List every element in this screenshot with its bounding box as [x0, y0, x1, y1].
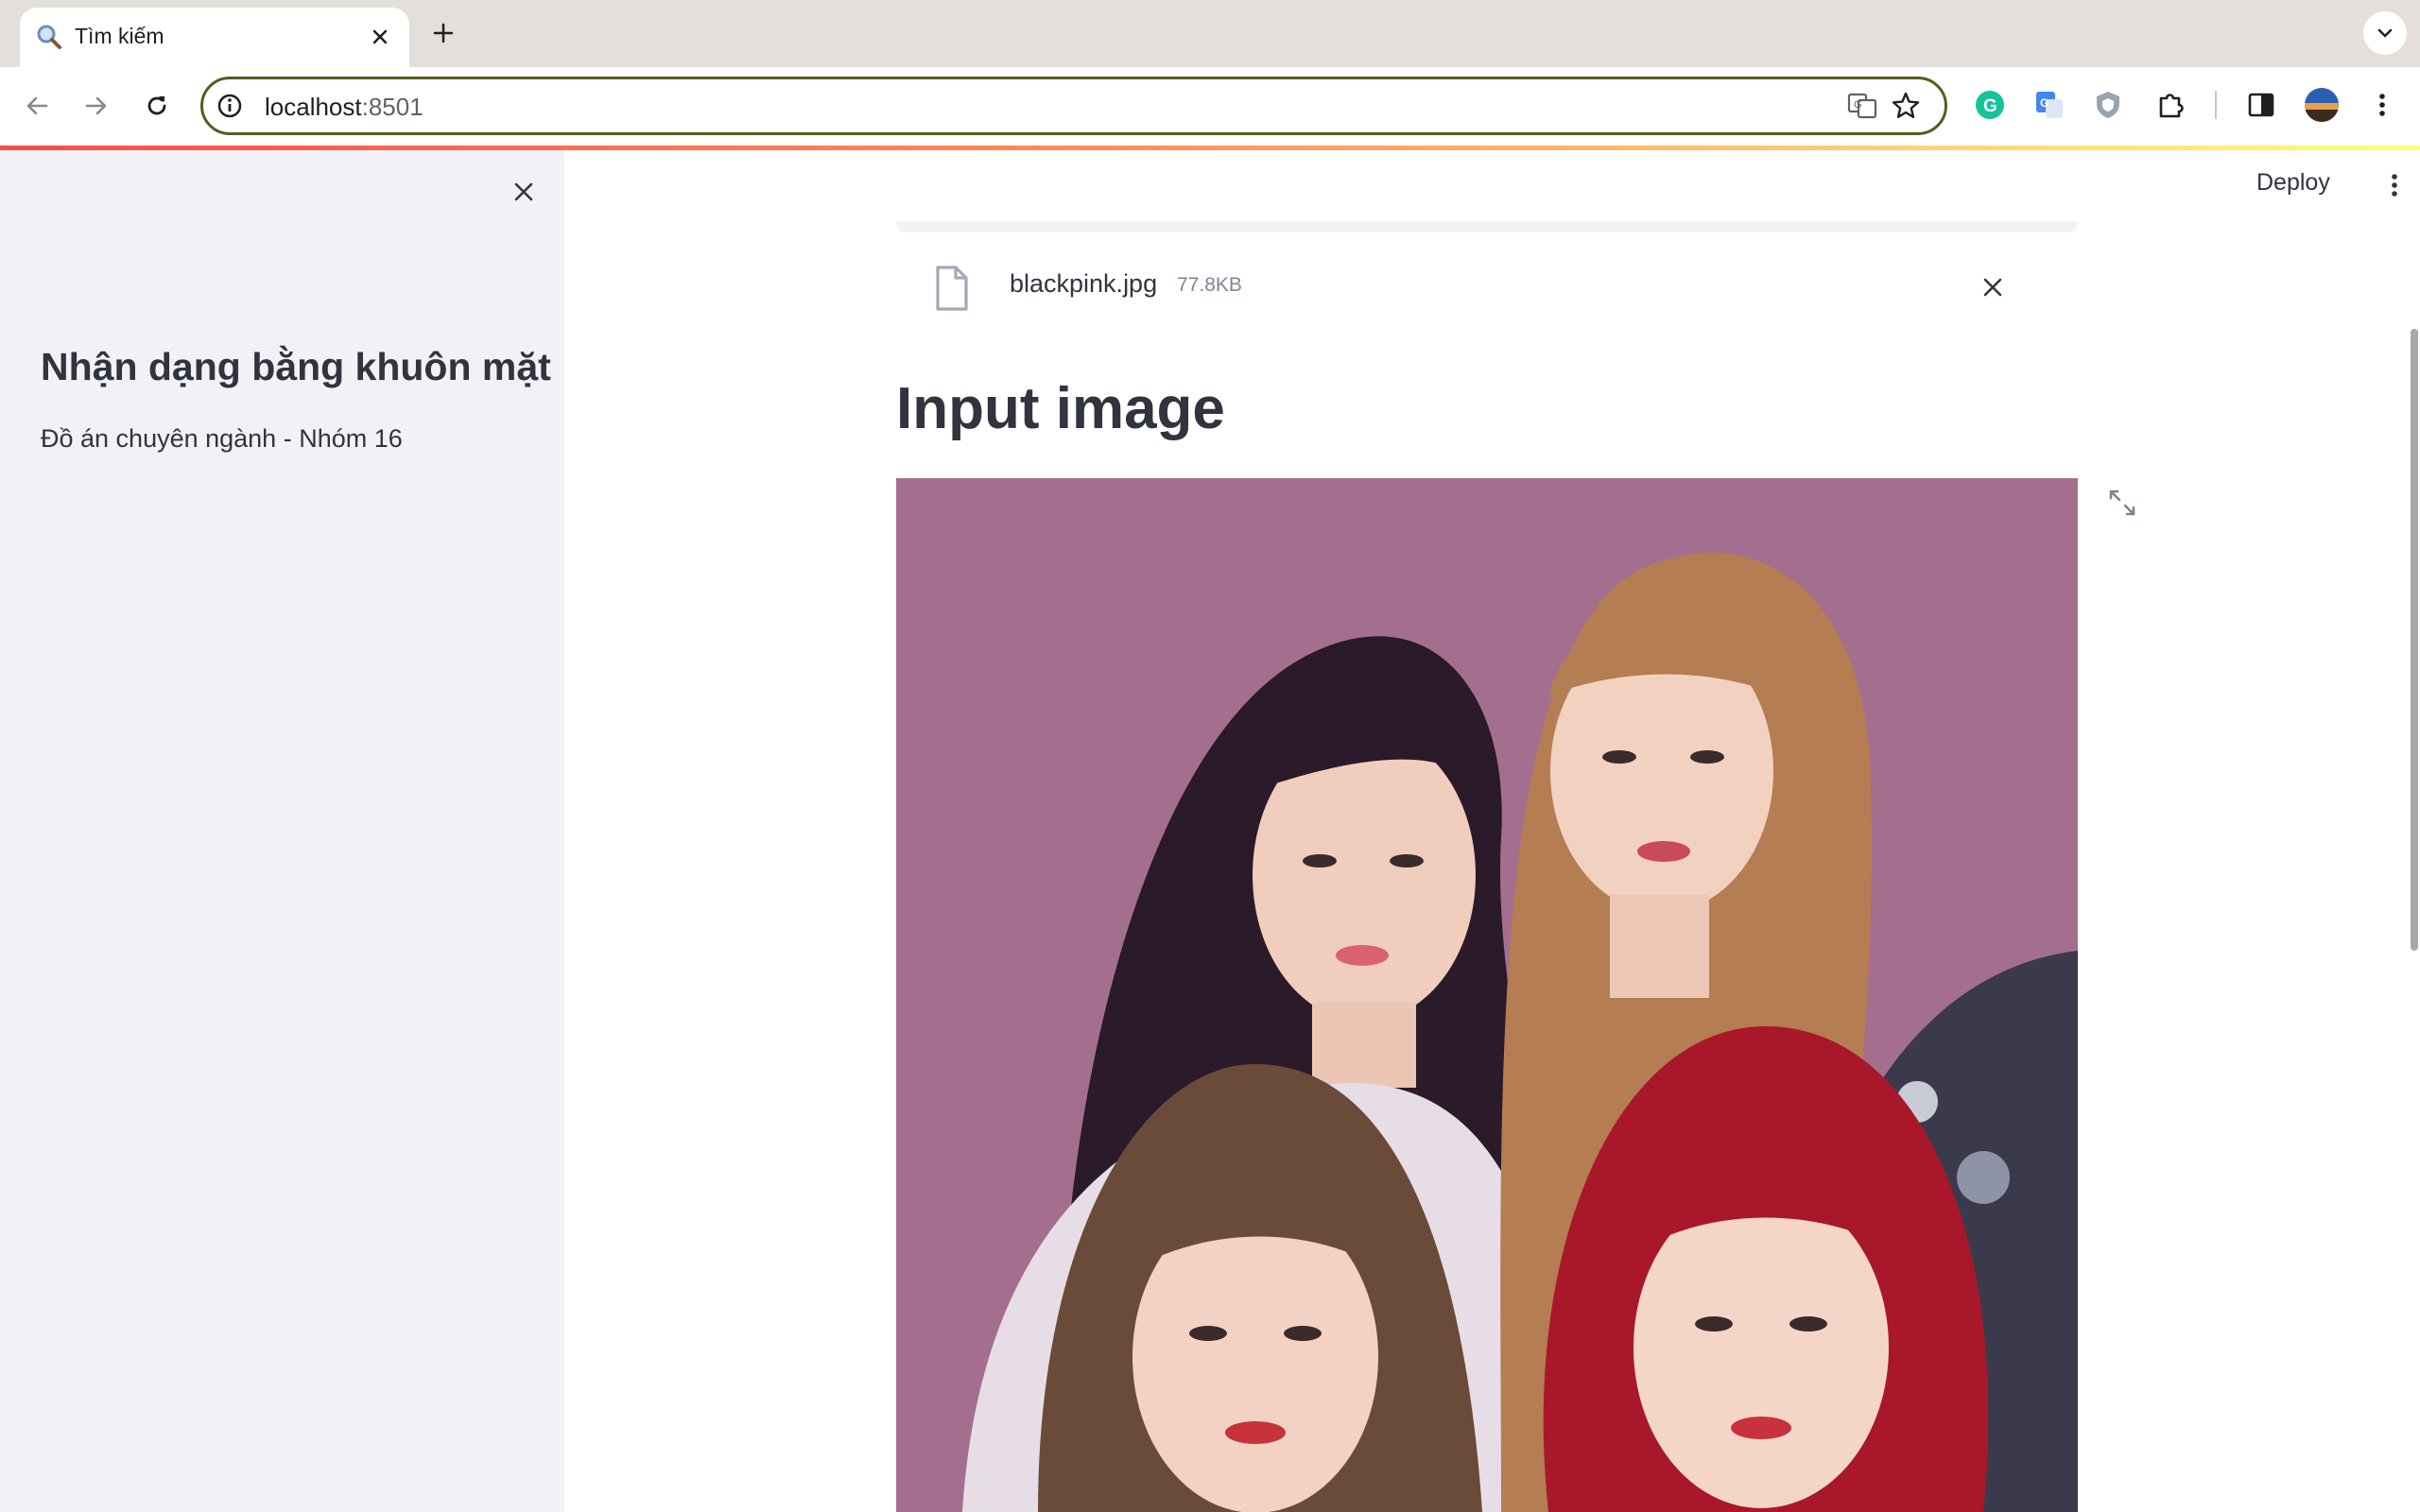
- svg-text:G: G: [1983, 96, 1997, 116]
- reload-icon[interactable]: [135, 84, 179, 128]
- browser-toolbar: localhost:8501 G G G: [0, 67, 2420, 146]
- sidebar-subtitle: Đồ án chuyên ngành - Nhóm 16: [41, 424, 403, 453]
- side-panel-icon[interactable]: [2242, 86, 2280, 124]
- uploaded-file-name: blackpink.jpg: [1010, 269, 1158, 298]
- browser-menu-icon[interactable]: [2363, 86, 2401, 124]
- url-port: :8501: [361, 93, 424, 121]
- browser-tab[interactable]: Tìm kiếm: [20, 8, 409, 67]
- remove-file-close-icon[interactable]: [1974, 268, 2012, 306]
- browser-tab-bar: Tìm kiếm: [0, 0, 2420, 67]
- grammarly-icon[interactable]: G: [1971, 86, 2009, 124]
- extensions-puzzle-icon[interactable]: [2152, 86, 2189, 124]
- sidebar-close-icon[interactable]: [505, 173, 543, 211]
- google-translate-icon[interactable]: G: [2031, 86, 2068, 124]
- uploaded-file: blackpink.jpg 77.8KB: [896, 259, 2077, 325]
- section-heading: Input image: [896, 376, 1225, 441]
- file-icon: [936, 266, 968, 311]
- sidebar: Nhận dạng bằng khuôn mặt Đồ án chuyên ng…: [0, 150, 564, 1512]
- main-content: Deploy blackpink.jpg 77.8KB Input image: [564, 150, 2420, 1512]
- sidebar-title: Nhận dạng bằng khuôn mặt: [41, 345, 551, 388]
- forward-arrow-icon[interactable]: [75, 84, 118, 128]
- bookmark-star-icon[interactable]: [1890, 90, 1922, 122]
- app-menu-icon[interactable]: [2381, 169, 2408, 201]
- url-host: localhost: [265, 93, 362, 121]
- input-image: [896, 478, 2078, 1512]
- svg-text:G: G: [2040, 96, 2048, 110]
- deploy-button[interactable]: Deploy: [2256, 169, 2330, 197]
- scrollbar-thumb[interactable]: [2411, 329, 2418, 951]
- fullscreen-expand-icon[interactable]: [2105, 486, 2139, 520]
- back-arrow-icon[interactable]: [15, 84, 59, 128]
- toolbar-separator: [2215, 91, 2217, 119]
- input-image-graphic: [896, 478, 2078, 1512]
- shield-icon[interactable]: [2089, 86, 2127, 124]
- address-bar[interactable]: localhost:8501 G: [200, 77, 1947, 135]
- file-uploader-dropzone[interactable]: [896, 221, 2077, 232]
- search-icon: [37, 25, 61, 49]
- uploaded-file-size: 77.8KB: [1177, 274, 1242, 296]
- tab-search-chevron-icon[interactable]: [2363, 11, 2407, 55]
- profile-avatar-icon[interactable]: [2303, 86, 2341, 124]
- tab-title: Tìm kiếm: [75, 24, 164, 48]
- url-text: localhost:8501: [265, 93, 424, 122]
- svg-text:G: G: [1854, 99, 1862, 111]
- site-info-icon[interactable]: [216, 93, 243, 119]
- tab-close-icon[interactable]: [364, 21, 396, 53]
- translate-icon[interactable]: G: [1846, 90, 1878, 122]
- new-tab-icon[interactable]: [426, 16, 460, 50]
